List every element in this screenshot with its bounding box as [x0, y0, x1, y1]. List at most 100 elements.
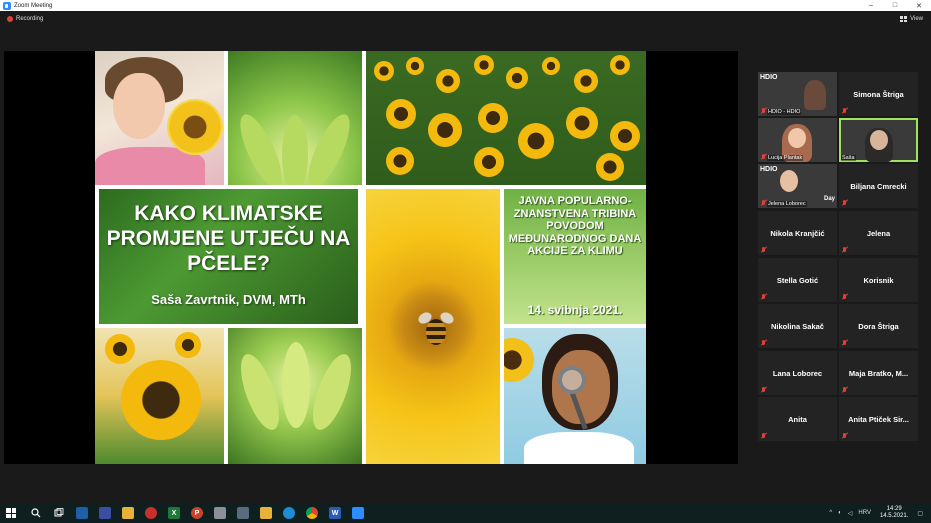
mic-muted-icon: [842, 387, 848, 393]
photo-sunflower-closeup: [95, 328, 224, 464]
desktop-app-icon[interactable]: [76, 507, 88, 519]
slide-title-panel: KAKO KLIMATSKE PROMJENE UTJEČU NA PČELE?…: [95, 189, 362, 324]
clock-time: 14:29: [886, 506, 902, 512]
mic-muted-icon: [761, 247, 767, 253]
participant-name: HDIO - HDIO: [767, 109, 802, 115]
participant-name: Nikola Kranjčić: [770, 228, 825, 238]
participant-tile-nikolina[interactable]: Nikolina Sakač: [758, 304, 837, 348]
participant-tile-korisnik[interactable]: Korisnik: [839, 258, 918, 302]
windows-taskbar: X P W ^ ◐ ◁ HRV 14:29 14.5.2021. ▢: [0, 503, 931, 523]
participant-tile-lana[interactable]: Lana Loborec: [758, 351, 837, 395]
participant-tile-biljana[interactable]: Biljana Cmrecki: [839, 164, 918, 208]
magnifying-glass-icon: [558, 366, 586, 394]
window-titlebar: Zoom Meeting – □ ✕: [0, 0, 931, 11]
windows-start-icon[interactable]: [6, 508, 16, 518]
notification-icon[interactable]: ▢: [917, 510, 923, 517]
participant-tile-maja[interactable]: Maja Bratko, M...: [839, 351, 918, 395]
slide-title: KAKO KLIMATSKE PROMJENE UTJEČU NA PČELE?: [106, 202, 351, 275]
participant-tile-jelena-loborec[interactable]: HDIO Day Jelena Loborec: [758, 164, 837, 208]
photo-sunflower-bud-opening: [228, 328, 362, 464]
participant-name: Biljana Cmrecki: [850, 181, 907, 191]
search-icon[interactable]: [30, 507, 42, 519]
meeting-top-bar: Recording View: [0, 11, 931, 30]
mic-muted-icon: [842, 200, 848, 206]
participant-tile-anita-pticek[interactable]: Anita Ptiček Sir...: [839, 397, 918, 441]
participant-name: Jelena Loborec: [767, 201, 807, 207]
participant-tile-anita[interactable]: Anita: [758, 397, 837, 441]
photo-sunflower-bud: [228, 51, 362, 185]
recording-dot-icon: [7, 16, 13, 22]
mic-muted-icon: [842, 433, 848, 439]
opera-icon[interactable]: [145, 507, 157, 519]
settings-app-icon[interactable]: [214, 507, 226, 519]
participant-name: Dora Štriga: [858, 321, 899, 331]
close-button[interactable]: ✕: [907, 0, 931, 11]
participant-tile-dora[interactable]: Dora Štriga: [839, 304, 918, 348]
window-controls: – □ ✕: [859, 0, 931, 11]
participant-tile-stella[interactable]: Stella Gotić: [758, 258, 837, 302]
participant-name: Anita: [788, 414, 807, 424]
participant-name: Stella Gotić: [776, 275, 819, 285]
participant-tile-lucija[interactable]: Lucija Plantak: [758, 118, 837, 162]
recording-indicator[interactable]: Recording: [7, 16, 43, 22]
video-overlay-text: Day: [823, 196, 835, 202]
photo-child-magnifying-glass: [504, 328, 646, 464]
folder-icon[interactable]: [260, 507, 272, 519]
participant-name: Saša: [841, 155, 856, 161]
participant-tile-jelena[interactable]: Jelena: [839, 211, 918, 255]
mic-muted-icon: [761, 294, 767, 300]
chrome-icon[interactable]: [306, 507, 318, 519]
mic-muted-icon: [761, 387, 767, 393]
taskbar-clock[interactable]: 14:29 14.5.2021.: [880, 506, 908, 520]
edge-icon[interactable]: [283, 507, 295, 519]
view-label: View: [910, 16, 923, 22]
system-tray: ^ ◐ ◁ HRV 14:29 14.5.2021. ▢: [826, 503, 931, 523]
slide-event-text: JAVNA POPULARNO-ZNANSTVENA TRIBINA POVOD…: [508, 195, 642, 257]
mic-muted-icon: [842, 294, 848, 300]
clock-date: 14.5.2021.: [879, 513, 909, 519]
language-indicator[interactable]: HRV: [858, 510, 871, 516]
participant-tile-nikola[interactable]: Nikola Kranjčić: [758, 211, 837, 255]
app-launcher-icon[interactable]: [99, 507, 111, 519]
calculator-icon[interactable]: [237, 507, 249, 519]
volume-icon[interactable]: ◁: [848, 510, 853, 517]
slide-event-panel: JAVNA POPULARNO-ZNANSTVENA TRIBINA POVOD…: [504, 189, 646, 324]
minimize-button[interactable]: –: [859, 0, 883, 11]
mic-muted-icon: [842, 340, 848, 346]
window-title: Zoom Meeting: [14, 2, 53, 9]
participant-tile-simona[interactable]: Simona Štriga: [839, 72, 918, 116]
zoom-taskbar-icon[interactable]: [352, 507, 364, 519]
mic-muted-icon: [761, 433, 767, 439]
network-icon[interactable]: ◐: [838, 510, 842, 516]
grid-view-icon: [900, 16, 908, 22]
participant-name: Nikolina Sakač: [771, 321, 824, 331]
participant-name: Anita Ptiček Sir...: [848, 414, 909, 424]
slide-date: 14. svibnja 2021.: [527, 303, 623, 317]
participant-name: Maja Bratko, M...: [848, 368, 909, 378]
mic-muted-icon: [761, 340, 767, 346]
hdio-logo: HDIO: [760, 166, 778, 173]
participant-name: Korisnik: [863, 275, 894, 285]
slide-author: Saša Zavrtnik, DVM, MTh: [151, 292, 306, 307]
participant-name: Lucija Plantak: [767, 155, 804, 161]
powerpoint-icon[interactable]: P: [191, 507, 203, 519]
word-icon[interactable]: W: [329, 507, 341, 519]
shared-screen: KAKO KLIMATSKE PROMJENE UTJEČU NA PČELE?…: [4, 51, 738, 464]
mic-muted-icon: [842, 247, 848, 253]
maximize-button[interactable]: □: [883, 0, 907, 11]
participant-tile-sasa[interactable]: Saša: [839, 118, 918, 162]
excel-icon[interactable]: X: [168, 507, 180, 519]
bee-icon: [426, 319, 446, 345]
view-button[interactable]: View: [900, 16, 923, 22]
photo-sunflower-field: [366, 51, 646, 185]
participant-tile-hdio[interactable]: HDIO HDIO - HDIO: [758, 72, 837, 116]
task-view-icon[interactable]: [53, 507, 65, 519]
recording-label: Recording: [16, 16, 44, 22]
presentation-slide: KAKO KLIMATSKE PROMJENE UTJEČU NA PČELE?…: [95, 51, 646, 464]
photo-girl-smelling-sunflower: [95, 51, 224, 185]
photo-bee-on-sunflower: [366, 189, 500, 464]
file-explorer-icon[interactable]: [122, 507, 134, 519]
chevron-up-icon[interactable]: ^: [829, 510, 832, 516]
participant-name: Jelena: [866, 228, 891, 238]
participant-name: Simona Štriga: [853, 89, 904, 99]
